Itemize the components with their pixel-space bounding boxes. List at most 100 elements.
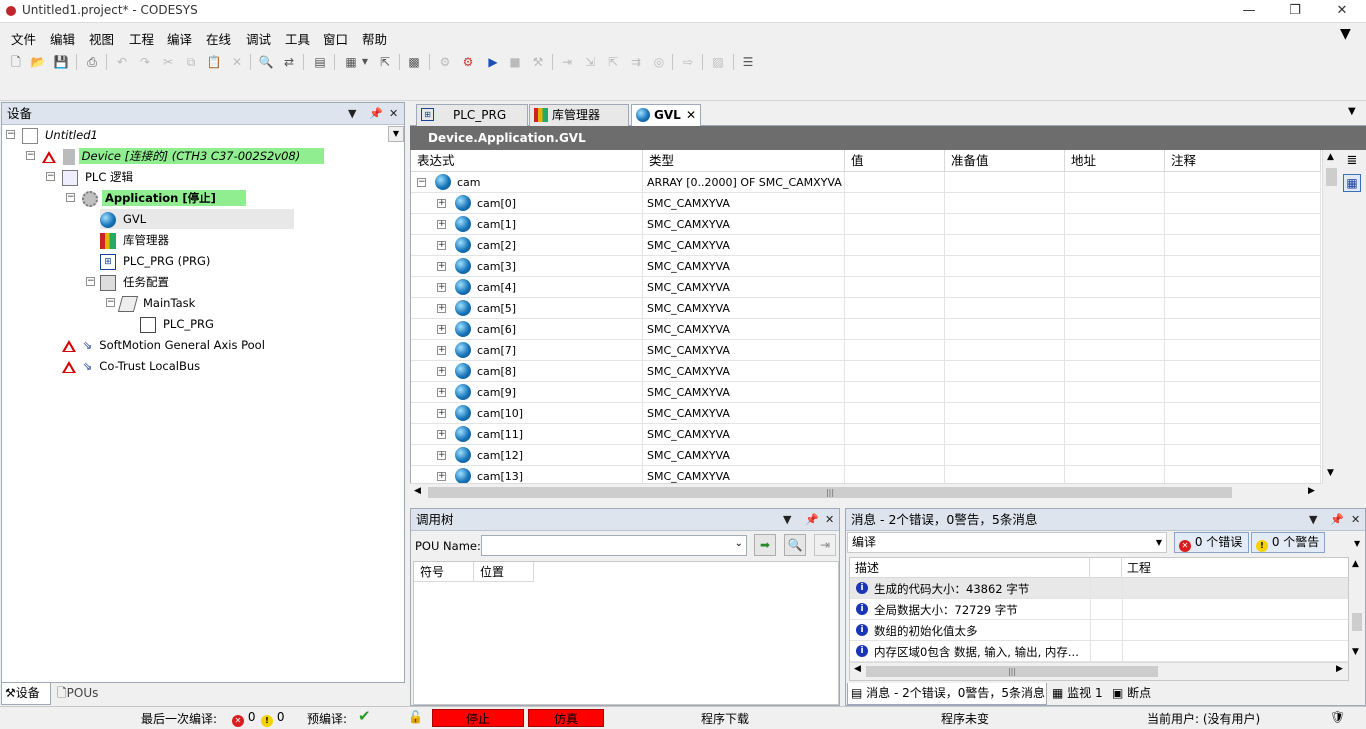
save-icon[interactable]: 💾 [52, 54, 70, 70]
device-icon[interactable]: ▩ [405, 54, 423, 70]
table-view-icon[interactable]: ▦ [1343, 174, 1361, 192]
build-icon[interactable]: ▦ [342, 54, 360, 70]
close-button[interactable]: ✕ [1318, 0, 1366, 22]
menu-edit[interactable]: 编辑 [50, 29, 75, 48]
copy-icon[interactable]: ⧉ [182, 54, 200, 70]
expand-toggle[interactable]: + [437, 199, 446, 208]
expand-toggle[interactable]: + [437, 388, 446, 397]
panel-close-icon[interactable]: ✕ [1351, 509, 1360, 531]
column-header-project[interactable]: 工程 [1122, 558, 1348, 578]
expand-toggle[interactable]: + [437, 262, 446, 271]
tabs-dropdown-icon[interactable]: ▼ [1348, 106, 1356, 117]
table-row[interactable]: + cam[0] SMC_CAMXYVA [411, 193, 1321, 214]
close-tab-icon[interactable]: ✕ [686, 105, 696, 125]
tree-item-device[interactable]: Device [连接的] (CTH3 C37-002S2v08) [42, 146, 325, 166]
table-row[interactable]: + cam[4] SMC_CAMXYVA [411, 277, 1321, 298]
message-row[interactable]: i 全局数据大小：72729 字节 [850, 599, 1348, 620]
tab-library-manager[interactable]: 库管理器 [529, 104, 629, 126]
expand-toggle[interactable]: − [46, 172, 55, 181]
expand-toggle[interactable]: + [437, 430, 446, 439]
generate-icon[interactable]: ⇱ [376, 54, 394, 70]
tab-plc-prg[interactable]: ⊞ PLC_PRG [416, 104, 528, 126]
lock-icon[interactable]: 🔓 [408, 710, 423, 724]
warnings-filter-button[interactable]: ! 0 个警告 [1251, 532, 1325, 553]
scroll-down-icon[interactable]: ▼ [1327, 468, 1334, 478]
breakpoint-icon[interactable]: ◎ [650, 54, 668, 70]
paste-icon[interactable]: 📋 [205, 54, 223, 70]
toolbar-overflow-icon[interactable]: ▼ [1354, 539, 1360, 548]
column-header-comment[interactable]: 注释 [1165, 150, 1321, 172]
minimize-button[interactable]: — [1226, 0, 1272, 22]
window-icon[interactable]: ▤ [311, 54, 329, 70]
chevron-down-icon[interactable]: ▼ [1156, 533, 1162, 552]
table-row[interactable]: + cam[5] SMC_CAMXYVA [411, 298, 1321, 319]
expand-toggle[interactable]: − [6, 130, 15, 139]
filter-icon[interactable]: ▼ [1340, 26, 1351, 42]
table-row[interactable]: + cam[6] SMC_CAMXYVA [411, 319, 1321, 340]
menu-view[interactable]: 视图 [89, 29, 114, 48]
expand-toggle[interactable]: + [437, 451, 446, 460]
message-category-select[interactable]: 编译 ▼ [847, 532, 1167, 553]
panel-dropdown-icon[interactable]: ▼ [1309, 509, 1317, 531]
table-row[interactable]: + cam[1] SMC_CAMXYVA [411, 214, 1321, 235]
redo-icon[interactable]: ↷ [136, 54, 154, 70]
tree-item-softmotion[interactable]: ⇘ SoftMotion General Axis Pool [62, 335, 268, 355]
menu-project[interactable]: 工程 [129, 29, 154, 48]
insert-icon[interactable]: ⇥ [814, 534, 836, 556]
table-row[interactable]: + cam[2] SMC_CAMXYVA [411, 235, 1321, 256]
column-header-expression[interactable]: 表达式 [411, 150, 643, 172]
table-row[interactable]: + cam[12] SMC_CAMXYVA [411, 445, 1321, 466]
menu-build[interactable]: 编译 [167, 29, 192, 48]
table-row[interactable]: + cam[7] SMC_CAMXYVA [411, 340, 1321, 361]
start-icon[interactable]: ▶ [484, 54, 502, 70]
column-header-address[interactable]: 地址 [1065, 150, 1165, 172]
undo-icon[interactable]: ↶ [113, 54, 131, 70]
tab-messages[interactable]: ▤ 消息 - 2个错误，0警告，5条消息 [847, 683, 1047, 705]
tree-item-main-task[interactable]: MainTask [117, 293, 198, 313]
shield-icon[interactable]: 🛡 [1330, 710, 1345, 724]
editor-horizontal-scrollbar[interactable]: ◀ ||| ▶ [410, 483, 1322, 501]
panel-dropdown-icon[interactable]: ▼ [348, 103, 356, 125]
login-icon[interactable]: ⚙ [436, 54, 454, 70]
message-row[interactable]: i 生成的代码大小：43862 字节 [850, 578, 1348, 599]
column-header-location[interactable]: 位置 [474, 562, 534, 582]
menu-debug[interactable]: 调试 [246, 29, 271, 48]
tab-gvl[interactable]: GVL ✕ [631, 104, 701, 126]
tree-item-library-manager[interactable]: 库管理器 [100, 230, 172, 250]
pou-name-combobox[interactable]: ⌄ [481, 535, 747, 556]
expand-toggle[interactable]: − [86, 277, 95, 286]
scroll-right-icon[interactable]: ▶ [1308, 486, 1315, 496]
tree-item-application[interactable]: Application [停止] [82, 188, 246, 208]
menu-window[interactable]: 窗口 [323, 29, 348, 48]
table-row[interactable]: + cam[8] SMC_CAMXYVA [411, 361, 1321, 382]
scroll-thumb[interactable] [1326, 168, 1337, 186]
table-row[interactable]: − cam ARRAY [0..2000] OF SMC_CAMXYVA [411, 172, 1321, 193]
table-row[interactable]: + cam[13] SMC_CAMXYVA [411, 466, 1321, 483]
table-row[interactable]: + cam[9] SMC_CAMXYVA [411, 382, 1321, 403]
tree-item-task-config[interactable]: 任务配置 [100, 272, 172, 292]
pin-icon[interactable]: 📌 [805, 509, 819, 531]
expand-toggle[interactable]: − [106, 298, 115, 307]
tab-watch-1[interactable]: ▦ 监视 1 [1050, 683, 1108, 705]
tree-item-gvl[interactable]: GVL [100, 209, 294, 229]
expand-toggle[interactable]: + [437, 346, 446, 355]
step-into-icon[interactable]: ⇲ [581, 54, 599, 70]
message-row[interactable]: i 内存区域0包含 数据, 输入, 输出, 内存... [850, 641, 1348, 662]
expand-toggle[interactable]: + [437, 241, 446, 250]
tree-item-localbus[interactable]: ⇘ Co-Trust LocalBus [62, 356, 203, 376]
messages-horizontal-scrollbar[interactable]: ◀ ||| ▶ [850, 662, 1348, 680]
menu-online[interactable]: 在线 [206, 29, 231, 48]
expand-toggle[interactable]: + [437, 367, 446, 376]
next-statement-icon[interactable]: ⇨ [679, 54, 697, 70]
expand-toggle[interactable]: + [437, 304, 446, 313]
stop-icon[interactable]: ■ [506, 54, 524, 70]
tab-pous[interactable]: 🗋POUs [54, 683, 106, 705]
scroll-up-icon[interactable]: ▲ [1327, 152, 1334, 162]
tree-item-root[interactable]: Untitled1 [22, 125, 101, 145]
column-header-prepared-value[interactable]: 准备值 [945, 150, 1065, 172]
step-over-icon[interactable]: ⇥ [558, 54, 576, 70]
text-view-icon[interactable]: ≣ [1343, 153, 1361, 171]
column-header-symbol[interactable]: 符号 [414, 562, 474, 582]
expand-toggle[interactable]: + [437, 283, 446, 292]
scroll-left-icon[interactable]: ◀ [854, 664, 861, 674]
